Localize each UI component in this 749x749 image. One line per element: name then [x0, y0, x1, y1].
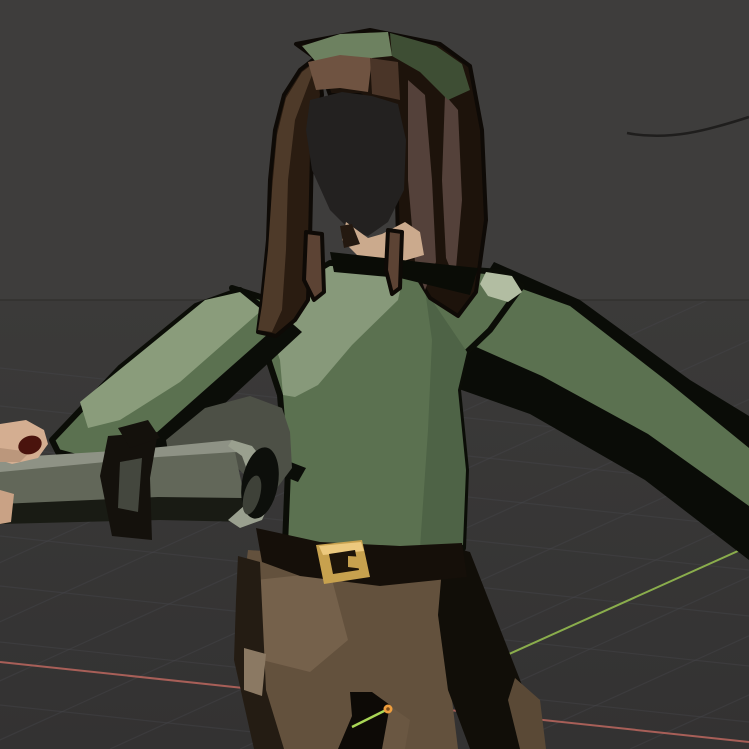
3d-viewport[interactable]: [0, 0, 749, 749]
spyglass-clamp-inner: [118, 458, 142, 512]
hanging-strand-left: [304, 232, 324, 300]
object-origin-core: [386, 707, 390, 711]
fringe-mid: [370, 58, 400, 100]
belt-buckle-tab: [348, 556, 364, 569]
viewport-canvas[interactable]: [0, 0, 749, 749]
hanging-strand-right: [386, 230, 402, 294]
fringe-light: [308, 55, 372, 92]
